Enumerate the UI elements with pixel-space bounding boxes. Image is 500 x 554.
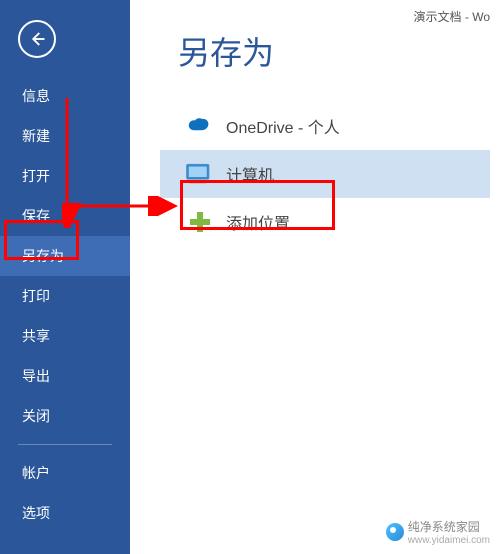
option-onedrive[interactable]: OneDrive - 个人: [160, 102, 490, 150]
option-label: 计算机: [226, 162, 274, 186]
titlebar-text: 演示文档 - Wo: [414, 8, 490, 25]
nav-share[interactable]: 共享: [0, 316, 130, 356]
nav-label: 信息: [22, 88, 50, 104]
option-computer[interactable]: 计算机: [160, 150, 490, 198]
nav-save[interactable]: 保存: [0, 196, 130, 236]
backstage-sidebar: 信息 新建 打开 保存 另存为 打印 共享 导出 关闭 帐户 选项: [0, 0, 130, 554]
nav-print[interactable]: 打印: [0, 276, 130, 316]
option-label: 添加位置: [226, 210, 290, 234]
option-add-place[interactable]: 添加位置: [160, 198, 490, 246]
nav-label: 打印: [22, 288, 50, 304]
watermark-name: 纯净系统家园: [408, 520, 480, 534]
nav-label: 选项: [22, 505, 50, 521]
watermark-url: www.yidaimei.com: [408, 535, 490, 546]
nav-label: 保存: [22, 208, 50, 224]
nav-options[interactable]: 选项: [0, 493, 130, 533]
nav-label: 打开: [22, 168, 50, 184]
main-panel: 演示文档 - Wo 另存为 OneDrive - 个人 计算机 添加位置: [130, 0, 500, 554]
nav-label: 新建: [22, 128, 50, 144]
nav-label: 另存为: [22, 248, 64, 264]
nav-label: 导出: [22, 368, 50, 384]
watermark: 纯净系统家园 www.yidaimei.com: [386, 518, 490, 546]
nav-saveas[interactable]: 另存为: [0, 236, 130, 276]
nav-label: 帐户: [22, 465, 50, 481]
onedrive-icon: [178, 117, 222, 135]
nav-label: 共享: [22, 328, 50, 344]
watermark-logo-icon: [386, 523, 404, 541]
nav-label: 关闭: [22, 408, 50, 424]
sidebar-divider: [18, 444, 112, 445]
nav-new[interactable]: 新建: [0, 116, 130, 156]
nav-close[interactable]: 关闭: [0, 396, 130, 436]
arrow-left-icon: [28, 30, 46, 48]
nav-info[interactable]: 信息: [0, 76, 130, 116]
page-heading: 另存为: [178, 28, 500, 74]
add-icon: [178, 210, 222, 234]
option-label: OneDrive - 个人: [226, 114, 340, 138]
nav-export[interactable]: 导出: [0, 356, 130, 396]
computer-icon: [178, 162, 222, 186]
nav-account[interactable]: 帐户: [0, 453, 130, 493]
back-button[interactable]: [18, 20, 56, 58]
nav-open[interactable]: 打开: [0, 156, 130, 196]
